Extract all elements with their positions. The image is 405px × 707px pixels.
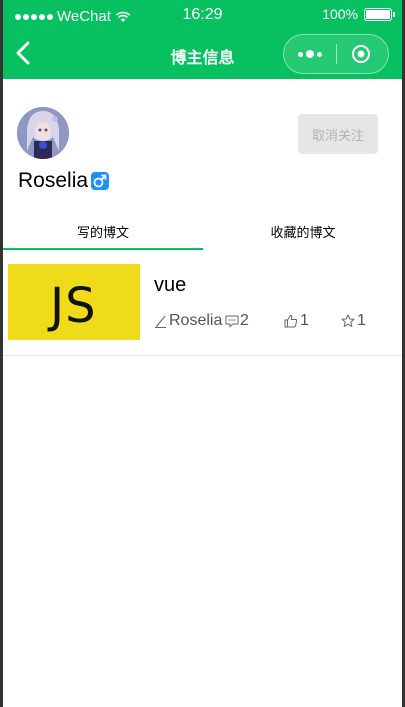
unfollow-button[interactable]: 取消关注	[298, 114, 378, 154]
post-title: vue	[154, 274, 187, 296]
like-count[interactable]: 1	[284, 312, 309, 330]
post-author: Roselia	[154, 312, 222, 330]
comment-count[interactable]: 2	[225, 312, 249, 330]
favorite-count[interactable]: 1	[341, 312, 366, 330]
thumbnail-text: JS	[50, 278, 97, 334]
star-icon	[341, 314, 355, 327]
status-bar: WeChat 16:29 100%	[3, 0, 402, 30]
battery-indicator: 100%	[322, 6, 395, 22]
battery-percent: 100%	[322, 6, 358, 22]
favorite-count-value: 1	[357, 312, 366, 329]
post-thumbnail: JS	[8, 264, 140, 340]
close-target-icon[interactable]	[351, 44, 371, 64]
comment-count-value: 2	[240, 312, 249, 329]
avatar[interactable]	[17, 107, 69, 159]
author-name: Roselia	[169, 312, 223, 329]
thumbs-up-icon	[284, 314, 298, 328]
post-meta: Roselia 2 1 1	[154, 312, 394, 334]
capsule-divider	[336, 44, 337, 64]
battery-icon	[364, 7, 395, 21]
mini-program-capsule	[283, 34, 389, 74]
tab-bar: 写的博文 收藏的博文	[3, 220, 402, 250]
male-icon	[91, 172, 110, 190]
tab-favorited-posts[interactable]: 收藏的博文	[203, 220, 402, 248]
more-icon[interactable]	[298, 50, 322, 58]
pen-icon	[155, 315, 166, 328]
comment-icon	[225, 315, 239, 328]
tab-written-posts[interactable]: 写的博文	[3, 220, 203, 250]
like-count-value: 1	[300, 312, 309, 329]
username: Roselia	[18, 169, 89, 192]
phone-screen: WeChat 16:29 100% 博主信息 取消关注 Roselia 写的博文…	[3, 0, 402, 707]
username-row: Roselia	[18, 169, 110, 193]
avatar-image	[17, 107, 69, 159]
header-bar: WeChat 16:29 100% 博主信息	[3, 0, 402, 79]
list-item[interactable]: JS vue Roselia 2 1 1	[3, 256, 402, 356]
